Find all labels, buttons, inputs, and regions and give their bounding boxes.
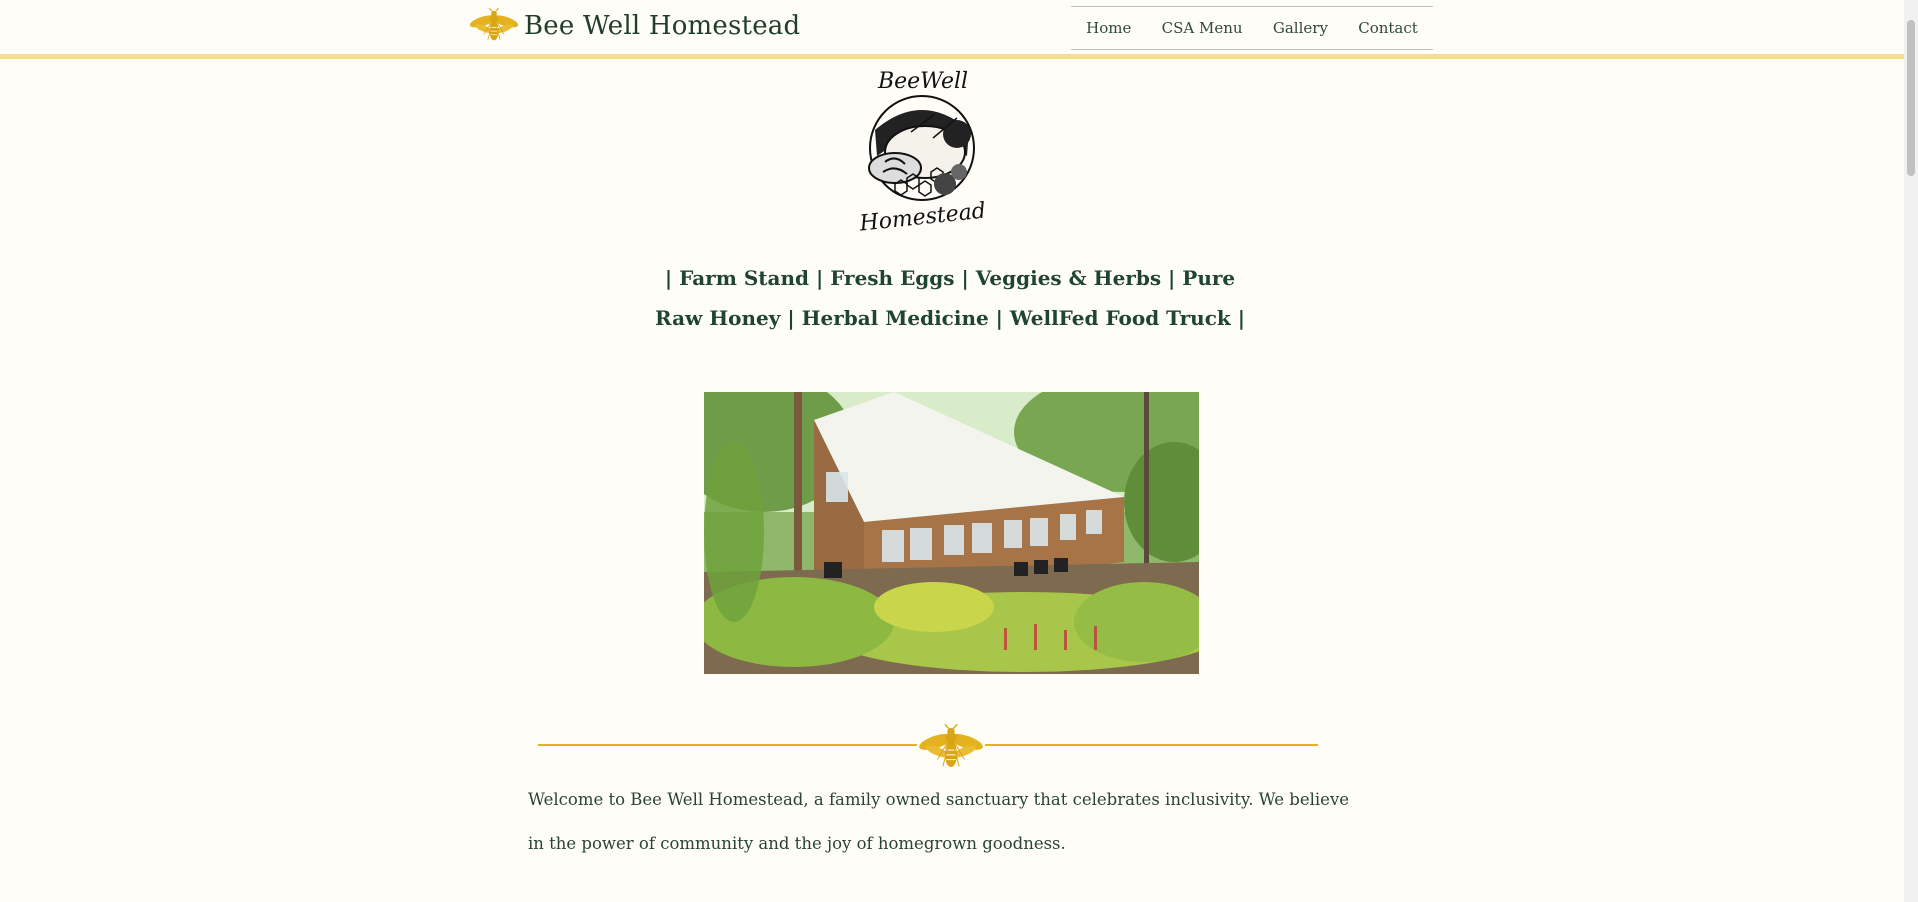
- tagline-line-2: Raw Honey | Herbal Medicine | WellFed Fo…: [655, 306, 1245, 330]
- site-title[interactable]: Bee Well Homestead: [524, 11, 800, 41]
- page-scrollbar[interactable]: [1904, 0, 1918, 902]
- services-tagline: | Farm Stand | Fresh Eggs | Veggies & He…: [560, 258, 1340, 338]
- bee-icon: [468, 8, 520, 44]
- nav-item-home[interactable]: Home: [1082, 19, 1135, 37]
- logo-text-bottom: Homestead: [857, 198, 987, 234]
- header-divider: [0, 54, 1904, 59]
- tagline-line-1: | Farm Stand | Fresh Eggs | Veggies & He…: [664, 266, 1236, 290]
- welcome-text: Welcome to Bee Well Homestead, a family …: [528, 790, 1350, 853]
- logo-text-top: BeeWell: [877, 69, 968, 94]
- site-header: Bee Well Homestead Home CSA Menu Gallery…: [0, 0, 1904, 54]
- nav-item-contact[interactable]: Contact: [1354, 19, 1422, 37]
- bee-icon: [917, 722, 985, 774]
- scrollbar-thumb[interactable]: [1907, 20, 1915, 176]
- bee-well-homestead-logo: BeeWell Homestead: [857, 69, 987, 234]
- nav-item-csa-menu[interactable]: CSA Menu: [1158, 19, 1247, 37]
- nav-item-gallery[interactable]: Gallery: [1269, 19, 1332, 37]
- brand[interactable]: Bee Well Homestead: [468, 8, 800, 44]
- greenhouse-garden-photo: [704, 392, 1199, 674]
- divider-left: [538, 744, 917, 746]
- divider-right: [985, 744, 1318, 746]
- main-nav: Home CSA Menu Gallery Contact: [1071, 6, 1433, 50]
